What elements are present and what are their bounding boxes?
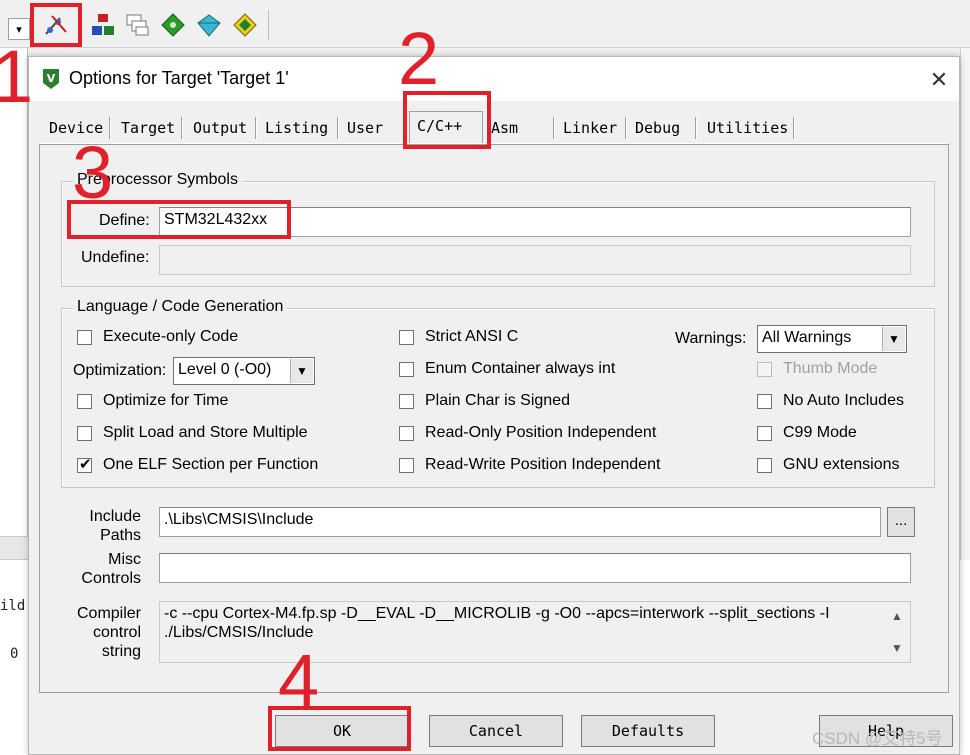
warnings-select[interactable]: All Warnings ▼: [757, 325, 907, 353]
compiler-line: -c --cpu Cortex-M4.fp.sp -D__EVAL -D__MI…: [164, 605, 830, 622]
tab-user[interactable]: User: [343, 115, 387, 141]
readwrite-pos-indep-label: Read-Write Position Independent: [425, 456, 661, 473]
enum-container-label: Enum Container always int: [425, 360, 616, 377]
project-panel: [0, 48, 28, 548]
tab-output[interactable]: Output: [189, 115, 251, 141]
build-output-header: [0, 536, 28, 560]
include-paths-input[interactable]: .\Libs\CMSIS\Include: [159, 507, 881, 537]
thumb-mode-label: Thumb Mode: [783, 360, 878, 377]
options-dialog: V Options for Target 'Target 1' ✕ Device…: [28, 56, 960, 755]
copy-icon[interactable]: [124, 12, 150, 38]
dialog-titlebar: V Options for Target 'Target 1' ✕: [29, 57, 959, 101]
gnu-extensions-label: GNU extensions: [783, 456, 900, 473]
green-diamond-icon[interactable]: [160, 12, 186, 38]
annotation-box-1: [30, 3, 82, 47]
tab-separator: [695, 117, 697, 139]
annotation-box-3: [67, 200, 291, 239]
combo-arrow-icon: ▼: [290, 359, 313, 383]
optimization-select[interactable]: Level 0 (-O0) ▼: [173, 357, 315, 385]
tab-separator: [625, 117, 627, 139]
warnings-label: Warnings:: [675, 330, 747, 347]
undefine-label: Undefine:: [81, 249, 150, 266]
split-load-store-checkbox[interactable]: [77, 426, 92, 441]
include-paths-browse-button[interactable]: ...: [887, 507, 915, 537]
build-output-text: ild: [0, 598, 26, 614]
annotation-number-3: 3: [72, 131, 114, 214]
misc-controls-label: Misc Controls: [81, 551, 141, 587]
close-icon[interactable]: ✕: [927, 69, 951, 91]
run-environment-icon[interactable]: [232, 12, 258, 38]
tab-separator: [337, 117, 339, 139]
tab-separator: [553, 117, 555, 139]
c99-mode-label: C99 Mode: [783, 424, 857, 441]
annotation-box-2: [403, 91, 491, 149]
undefine-input[interactable]: [159, 245, 911, 275]
plain-char-signed-checkbox[interactable]: [399, 394, 414, 409]
build-output-text: 0: [10, 646, 19, 662]
scroll-down-icon[interactable]: ▼: [887, 641, 907, 659]
optimize-for-time-label: Optimize for Time: [103, 392, 229, 409]
tab-utilities[interactable]: Utilities: [703, 115, 792, 141]
tab-separator: [181, 117, 183, 139]
include-paths-label: Include Paths: [89, 508, 141, 544]
dialog-title: Options for Target 'Target 1': [69, 68, 289, 88]
ide-toolbar: ▾: [0, 0, 970, 48]
scroll-up-icon[interactable]: ▲: [887, 609, 907, 627]
gnu-extensions-checkbox[interactable]: [757, 458, 772, 473]
manage-components-icon[interactable]: [90, 12, 116, 38]
annotation-number-2: 2: [398, 17, 440, 100]
watermark: CSDN @艾特5号: [812, 729, 943, 748]
compiler-control-label: Compiler control string: [76, 605, 141, 660]
tab-target[interactable]: Target: [117, 115, 179, 141]
no-auto-includes-label: No Auto Includes: [783, 392, 904, 409]
strict-ansi-c-checkbox[interactable]: [399, 330, 414, 345]
readonly-pos-indep-label: Read-Only Position Independent: [425, 424, 657, 441]
combo-arrow-icon: ▼: [882, 327, 905, 351]
misc-controls-input[interactable]: [159, 553, 911, 583]
language-legend: Language / Code Generation: [73, 298, 288, 316]
enum-container-checkbox[interactable]: [399, 362, 414, 377]
tab-separator: [255, 117, 257, 139]
split-load-store-label: Split Load and Store Multiple: [103, 424, 308, 441]
execute-only-label: Execute-only Code: [103, 328, 239, 345]
one-elf-section-label: One ELF Section per Function: [103, 456, 319, 473]
tab-listing[interactable]: Listing: [261, 115, 332, 141]
tab-separator: [793, 117, 795, 139]
keil-logo-icon: V: [41, 68, 61, 90]
tab-linker[interactable]: Linker: [559, 115, 621, 141]
editor-scroll-strip: [960, 48, 970, 608]
compiler-line: ./Libs/CMSIS/Include: [164, 624, 314, 641]
execute-only-checkbox[interactable]: [77, 330, 92, 345]
no-auto-includes-checkbox[interactable]: [757, 394, 772, 409]
optimization-value: Level 0 (-O0): [178, 361, 272, 378]
thumb-mode-checkbox[interactable]: [757, 362, 772, 377]
svg-text:V: V: [47, 72, 56, 85]
cyan-diamond-icon[interactable]: [196, 12, 222, 38]
plain-char-signed-label: Plain Char is Signed: [425, 392, 570, 409]
readwrite-pos-indep-checkbox[interactable]: [399, 458, 414, 473]
c99-mode-checkbox[interactable]: [757, 426, 772, 441]
toolbar-separator: [268, 10, 269, 40]
compiler-control-string: -c --cpu Cortex-M4.fp.sp -D__EVAL -D__MI…: [159, 601, 911, 663]
annotation-box-4: [268, 706, 411, 751]
optimization-label: Optimization:: [73, 362, 167, 379]
defaults-button[interactable]: Defaults: [581, 715, 715, 747]
warnings-value: All Warnings: [762, 329, 852, 346]
annotation-number-1: 1: [0, 35, 34, 118]
optimize-for-time-checkbox[interactable]: [77, 394, 92, 409]
one-elf-section-checkbox[interactable]: ✔: [77, 456, 92, 473]
tab-asm[interactable]: Asm: [487, 115, 522, 141]
strict-ansi-c-label: Strict ANSI C: [425, 328, 519, 345]
tab-debug[interactable]: Debug: [631, 115, 684, 141]
readonly-pos-indep-checkbox[interactable]: [399, 426, 414, 441]
checkmark-icon: ✔: [79, 456, 92, 473]
cancel-button[interactable]: Cancel: [429, 715, 563, 747]
